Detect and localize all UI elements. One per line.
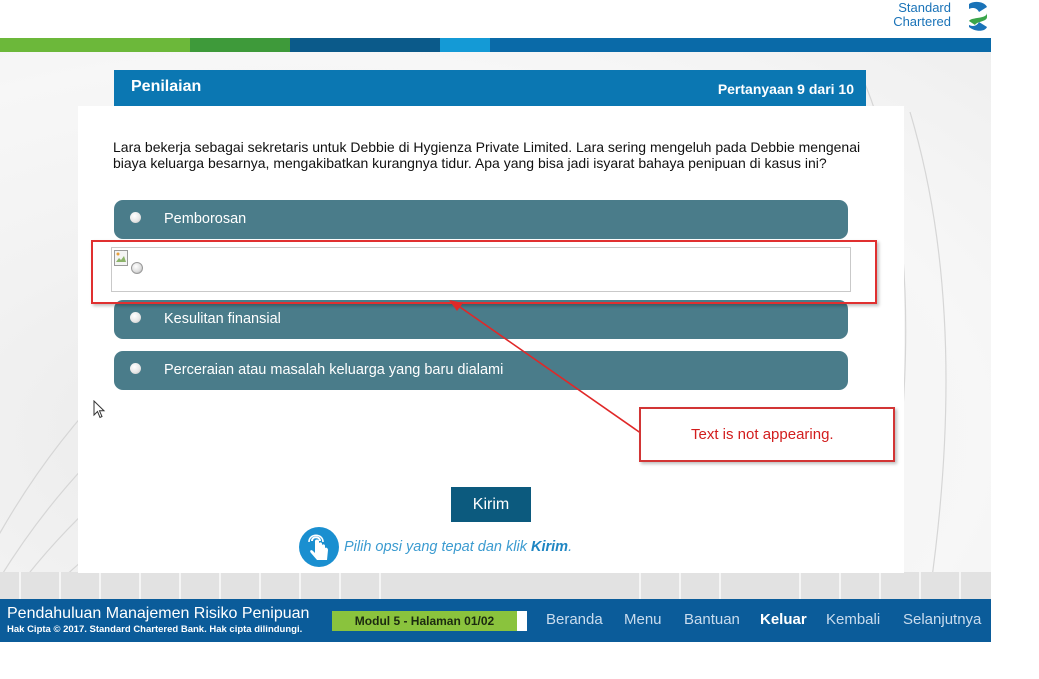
nav-exit[interactable]: Keluar bbox=[760, 611, 807, 628]
answer-option-1[interactable]: Pemborosan bbox=[114, 200, 848, 239]
annotation-callout: Text is not appearing. bbox=[639, 407, 895, 462]
copyright-text: Hak Cipta © 2017. Standard Chartered Ban… bbox=[7, 624, 303, 635]
answer-option-3[interactable]: Kesulitan finansial bbox=[114, 300, 848, 339]
answer-option-4[interactable]: Perceraian atau masalah keluarga yang ba… bbox=[114, 351, 848, 390]
hint-text: Pilih opsi yang tepat dan klik Kirim. bbox=[344, 539, 573, 555]
nav-help[interactable]: Bantuan bbox=[684, 611, 740, 628]
nav-back[interactable]: Kembali bbox=[826, 611, 880, 628]
brand-name: Standard Chartered bbox=[893, 0, 951, 29]
annotation-highlight-box bbox=[91, 240, 877, 304]
radio-button[interactable] bbox=[130, 363, 141, 374]
submit-button[interactable]: Kirim bbox=[451, 487, 531, 522]
header-stripe-2 bbox=[190, 38, 290, 52]
module-progress-badge: Modul 5 - Halaman 01/02 bbox=[332, 611, 517, 631]
footer-bar: Pendahuluan Manajemen Risiko Penipuan Ha… bbox=[0, 599, 991, 642]
callout-text: Text is not appearing. bbox=[691, 426, 834, 443]
mouse-cursor-icon bbox=[93, 400, 106, 419]
panel-title: Penilaian bbox=[131, 78, 202, 95]
header-stripe-4 bbox=[440, 38, 490, 52]
hint-pointer-icon bbox=[299, 527, 339, 567]
nav-home[interactable]: Beranda bbox=[546, 611, 603, 628]
standard-chartered-logo-icon bbox=[969, 1, 987, 31]
hint-keyword: Kirim bbox=[531, 539, 569, 555]
course-title: Pendahuluan Manajemen Risiko Penipuan bbox=[7, 605, 310, 622]
panel-header: Penilaian Pertanyaan 9 dari 10 bbox=[114, 70, 866, 106]
top-header: Standard Chartered bbox=[0, 0, 991, 38]
radio-button[interactable] bbox=[130, 312, 141, 323]
option-label: Perceraian atau masalah keluarga yang ba… bbox=[164, 362, 504, 378]
module-progress-end bbox=[517, 611, 527, 631]
header-stripe-1 bbox=[0, 38, 190, 52]
nav-next[interactable]: Selanjutnya bbox=[903, 611, 981, 628]
question-text: Lara bekerja sebagai sekretaris untuk De… bbox=[113, 139, 861, 171]
option-label: Kesulitan finansial bbox=[164, 311, 281, 327]
header-stripe-5 bbox=[490, 38, 991, 52]
question-counter: Pertanyaan 9 dari 10 bbox=[717, 81, 854, 97]
radio-button[interactable] bbox=[130, 212, 141, 223]
option-label: Pemborosan bbox=[164, 211, 247, 227]
nav-menu[interactable]: Menu bbox=[624, 611, 662, 628]
header-stripe-3 bbox=[290, 38, 440, 52]
